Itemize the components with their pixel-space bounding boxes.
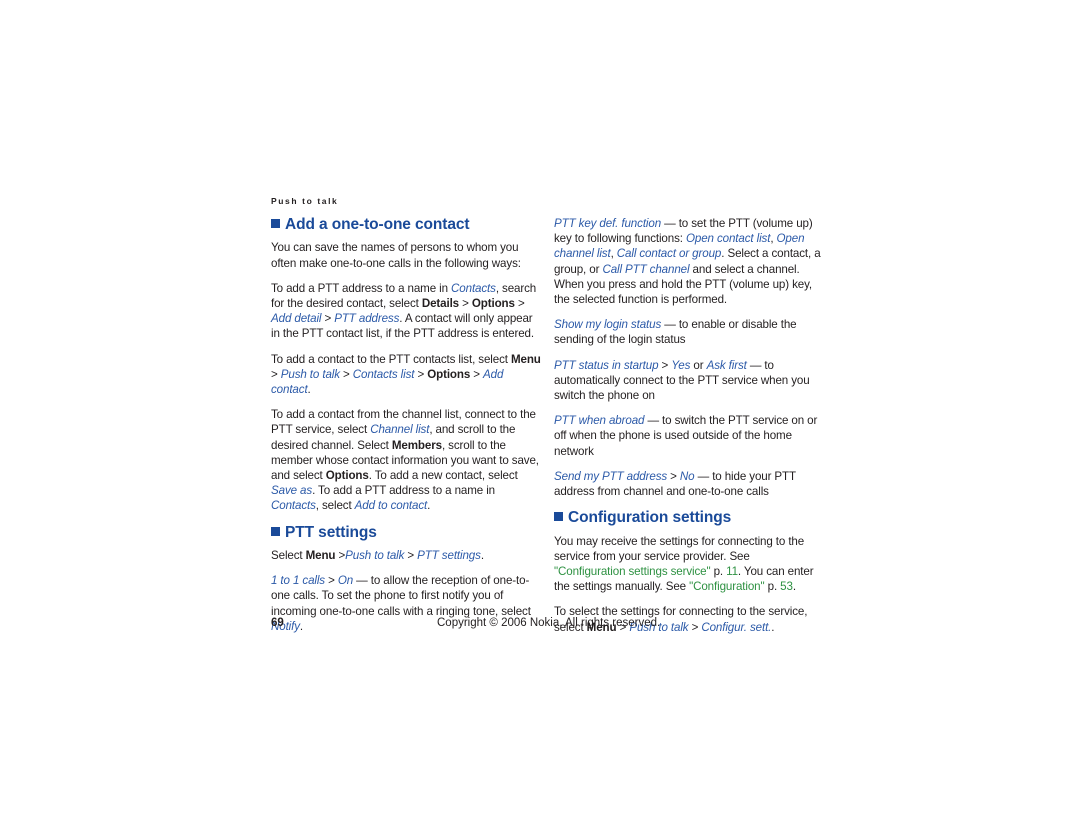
term-add-to-contact: Add to contact — [354, 499, 428, 513]
paragraph-add-contact-from-channel-list: To add a contact from the channel list, … — [271, 407, 541, 513]
term-contacts: Contacts — [271, 499, 316, 513]
term-channel-list: Channel list — [370, 423, 430, 437]
square-bullet-icon — [271, 526, 280, 536]
document-page: Push to talk Add a one-to-one contact Yo… — [0, 0, 1080, 834]
section-heading-text: Add a one-to-one contact — [285, 216, 470, 233]
paragraph-ptt-key-def-function: PTT key def. function — to set the PTT (… — [554, 216, 824, 307]
square-bullet-icon — [271, 219, 280, 228]
text-run: . To add a PTT address to a name in — [312, 484, 495, 498]
paragraph-add-ptt-address-to-contacts: To add a PTT address to a name in Contac… — [271, 281, 541, 342]
menu-members: Members — [391, 438, 442, 452]
paragraph-ptt-status-in-startup: PTT status in startup > Yes or Ask first… — [554, 358, 824, 404]
text-run: , select — [315, 499, 355, 513]
square-bullet-icon — [554, 512, 563, 522]
text-run: . — [771, 620, 775, 634]
text-run: You may receive the settings for connect… — [554, 534, 805, 563]
term-add-detail: Add detail — [271, 312, 322, 326]
text-run: . To add a new contact, select — [368, 469, 518, 482]
text-run: To add a contact to the PTT contacts lis… — [271, 352, 511, 366]
term-push-to-talk: Push to talk — [280, 367, 340, 381]
separator: > — [414, 367, 428, 381]
term-push-to-talk: Push to talk — [345, 548, 405, 562]
term-call-contact-or-group: Call contact or group — [616, 247, 722, 261]
term-open-contact-list: Open contact list — [685, 232, 771, 246]
cross-reference-configuration[interactable]: "Configuration" — [689, 580, 765, 593]
cross-reference-page-53[interactable]: 53 — [780, 580, 793, 593]
menu-options: Options — [471, 296, 515, 310]
separator: > — [339, 367, 353, 381]
text-run: or — [690, 358, 707, 372]
term-yes: Yes — [671, 358, 691, 372]
term-ptt-settings: PTT settings — [417, 548, 481, 562]
separator: > — [470, 367, 484, 381]
separator: > — [459, 296, 472, 310]
section-heading-ptt-settings: PTT settings — [271, 524, 541, 541]
menu-options: Options — [325, 469, 369, 482]
text-run: You can save the names of persons to who… — [271, 241, 521, 270]
cross-reference-page-11[interactable]: 11 — [726, 565, 738, 578]
text-run: To add a PTT address to a name in — [271, 281, 452, 295]
paragraph-select-ptt-settings-path: Select Menu >Push to talk > PTT settings… — [271, 548, 541, 563]
section-heading-text: Configuration settings — [568, 509, 732, 527]
separator: > — [688, 620, 702, 634]
term-ptt-key-def-function: PTT key def. function — [554, 217, 662, 230]
right-column: PTT key def. function — to set the PTT (… — [554, 216, 824, 635]
paragraph-add-contact-to-ptt-list: To add a contact to the PTT contacts lis… — [271, 352, 541, 398]
menu-details: Details — [421, 296, 460, 310]
term-on: On — [337, 574, 354, 588]
cross-reference-configuration-settings-service[interactable]: "Configuration settings service" — [554, 565, 711, 578]
term-show-my-login-status: Show my login status — [554, 318, 662, 332]
separator: > — [514, 296, 525, 310]
separator: > — [271, 367, 281, 381]
section-heading-add-one-to-one-contact: Add a one-to-one contact — [271, 216, 541, 233]
section-heading-configuration-settings: Configuration settings — [554, 509, 824, 526]
paragraph-ptt-when-abroad: PTT when abroad — to switch the PTT serv… — [554, 413, 824, 459]
separator: > — [335, 548, 346, 562]
term-call-ptt-channel: Call PTT channel — [602, 262, 690, 276]
paragraph-send-my-ptt-address: Send my PTT address > No — to hide your … — [554, 469, 824, 499]
term-contacts: Contacts — [451, 281, 496, 295]
menu-options: Options — [427, 367, 471, 381]
term-ptt-status-in-startup: PTT status in startup — [554, 358, 659, 372]
separator: > — [324, 574, 338, 588]
text-run: p. — [710, 565, 727, 579]
text-run: . — [307, 382, 311, 396]
paragraph-intro: You can save the names of persons to who… — [271, 240, 541, 270]
term-send-my-ptt-address: Send my PTT address — [554, 469, 668, 483]
term-ask-first: Ask first — [706, 358, 747, 372]
text-run: . — [299, 619, 304, 633]
text-run: p. — [764, 580, 781, 594]
term-ptt-address: PTT address — [334, 312, 400, 326]
term-no: No — [679, 469, 695, 483]
paragraph-show-my-login-status: Show my login status — to enable or disa… — [554, 317, 824, 347]
text-run: . — [792, 580, 796, 594]
text-run: . — [480, 548, 484, 562]
separator: > — [321, 312, 335, 326]
text-run: . — [427, 499, 431, 513]
separator: > — [658, 358, 672, 372]
separator: > — [404, 548, 418, 562]
text-run: Select — [271, 548, 306, 562]
term-save-as: Save as — [271, 484, 313, 498]
term-1-to-1-calls: 1 to 1 calls — [271, 574, 325, 588]
running-header: Push to talk — [271, 196, 339, 206]
section-heading-text: PTT settings — [285, 523, 377, 541]
term-contacts-list: Contacts list — [352, 367, 415, 381]
left-column: Add a one-to-one contact You can save th… — [271, 216, 541, 634]
term-configur-sett: Configur. sett. — [701, 620, 772, 634]
term-ptt-when-abroad: PTT when abroad — [554, 414, 645, 428]
paragraph-config-settings-intro: You may receive the settings for connect… — [554, 534, 824, 595]
menu-menu: Menu — [510, 352, 541, 366]
copyright-notice: Copyright © 2006 Nokia. All rights reser… — [437, 617, 661, 629]
separator: > — [667, 469, 680, 483]
page-number: 69 — [271, 617, 284, 629]
menu-menu: Menu — [305, 548, 336, 562]
